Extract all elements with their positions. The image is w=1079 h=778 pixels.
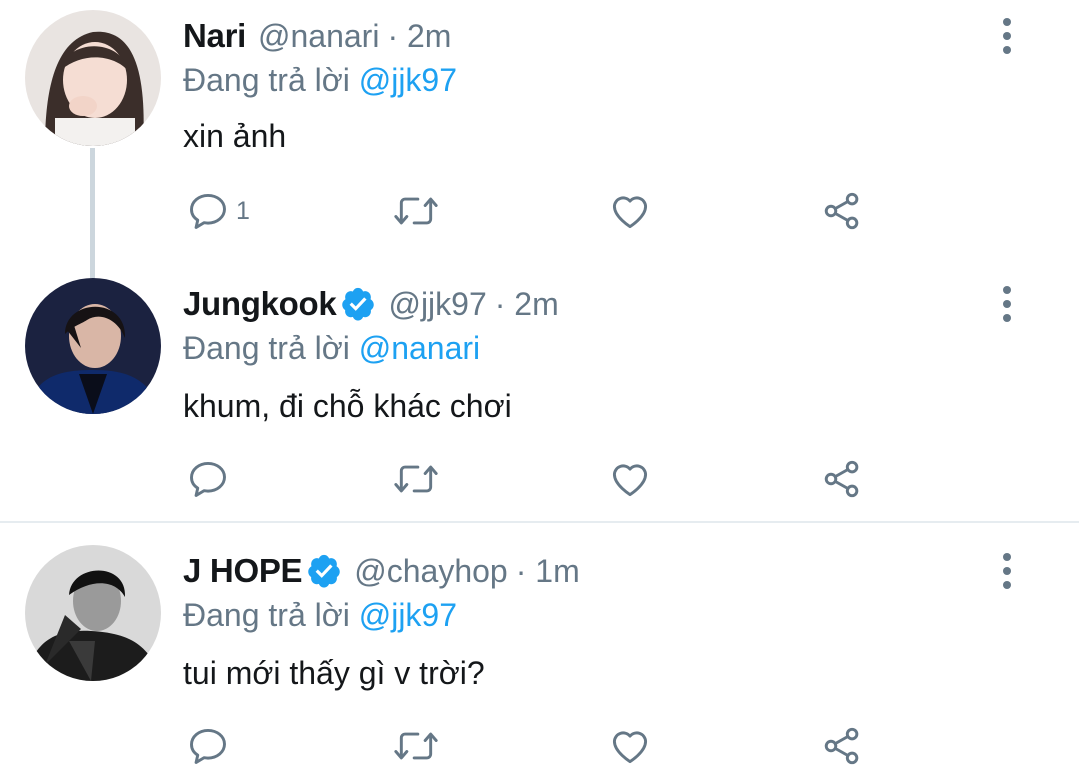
share-icon [824, 192, 859, 230]
retweet-button[interactable] [392, 186, 440, 236]
share-icon [824, 460, 859, 498]
replying-prefix: Đang trả lời [183, 330, 350, 366]
handle[interactable]: @nanari [258, 18, 379, 55]
replying-to: Đang trả lời @jjk97 [183, 595, 457, 635]
more-dot [1003, 286, 1011, 294]
share-button[interactable] [820, 454, 864, 504]
tweet-actions [180, 454, 900, 504]
tweet-header: Jungkook @jjk97 · 2m [183, 282, 559, 326]
reply-button[interactable]: 1 [186, 186, 250, 236]
like-button[interactable] [608, 186, 652, 236]
like-button[interactable] [608, 454, 652, 504]
more-dot [1003, 46, 1011, 54]
like-icon [612, 464, 648, 497]
retweet-button[interactable] [392, 454, 440, 504]
retweet-icon [394, 197, 438, 225]
share-button[interactable] [820, 186, 864, 236]
retweet-button[interactable] [392, 721, 440, 771]
tweet-thread: Nari @nanari · 2m Đang trả lời @jjk97 xi… [0, 0, 1079, 778]
user-avatar-photo [25, 278, 161, 414]
tweet-header: Nari @nanari · 2m [183, 14, 451, 58]
avatar[interactable] [25, 545, 161, 681]
replying-to: Đang trả lời @jjk97 [183, 60, 457, 100]
like-button[interactable] [608, 721, 652, 771]
reply-icon [190, 728, 226, 764]
verified-badge-icon [306, 553, 342, 589]
reply-button[interactable] [186, 721, 236, 771]
mention-link[interactable]: @nanari [359, 330, 480, 366]
avatar[interactable] [25, 10, 161, 146]
tweet-actions [180, 721, 900, 771]
handle[interactable]: @jjk97 [388, 286, 486, 323]
reply-count: 1 [236, 196, 250, 225]
more-dot [1003, 32, 1011, 40]
reply-button[interactable] [186, 454, 236, 504]
mention-link[interactable]: @jjk97 [359, 597, 457, 633]
tweet-1[interactable]: Nari @nanari · 2m Đang trả lời @jjk97 xi… [0, 0, 1079, 280]
share-button[interactable] [820, 721, 864, 771]
display-name[interactable]: Nari [183, 17, 246, 55]
display-name[interactable]: J HOPE [183, 552, 303, 590]
verified-badge-icon [340, 286, 376, 322]
replying-prefix: Đang trả lời [183, 597, 350, 633]
like-icon [612, 196, 648, 229]
more-dot [1003, 553, 1011, 561]
tweet-text: tui mới thấy gì v trời? [183, 655, 485, 691]
thread-connector-line [90, 148, 95, 280]
retweet-icon [394, 732, 438, 760]
reply-icon [190, 461, 226, 497]
retweet-icon [394, 465, 438, 493]
more-dot [1003, 314, 1011, 322]
more-dot [1003, 581, 1011, 589]
more-options-button[interactable] [995, 284, 1019, 324]
tweet-2[interactable]: Jungkook @jjk97 · 2m Đang trả lời @nanar… [0, 270, 1079, 522]
timestamp[interactable]: · 2m [387, 18, 451, 55]
user-avatar-photo [25, 10, 161, 146]
more-dot [1003, 300, 1011, 308]
replying-prefix: Đang trả lời [183, 62, 350, 98]
timestamp[interactable]: · 2m [495, 286, 559, 323]
share-icon [824, 727, 859, 765]
reply-icon [190, 193, 226, 229]
more-options-button[interactable] [995, 551, 1019, 591]
replying-to: Đang trả lời @nanari [183, 328, 480, 368]
more-options-button[interactable] [995, 16, 1019, 56]
handle[interactable]: @chayhop [354, 553, 507, 590]
like-icon [612, 731, 648, 764]
tweet-text: xin ảnh [183, 118, 287, 154]
timestamp[interactable]: · 1m [516, 553, 580, 590]
more-dot [1003, 18, 1011, 26]
user-avatar-photo [25, 545, 161, 681]
tweet-3[interactable]: J HOPE @chayhop · 1m Đang trả lời @jjk97… [0, 523, 1079, 778]
tweet-header: J HOPE @chayhop · 1m [183, 549, 580, 593]
tweet-text: khum, đi chỗ khác chơi [183, 388, 512, 424]
mention-link[interactable]: @jjk97 [359, 62, 457, 98]
avatar[interactable] [25, 278, 161, 414]
tweet-actions: 1 [180, 186, 900, 236]
display-name[interactable]: Jungkook [183, 285, 337, 323]
more-dot [1003, 567, 1011, 575]
